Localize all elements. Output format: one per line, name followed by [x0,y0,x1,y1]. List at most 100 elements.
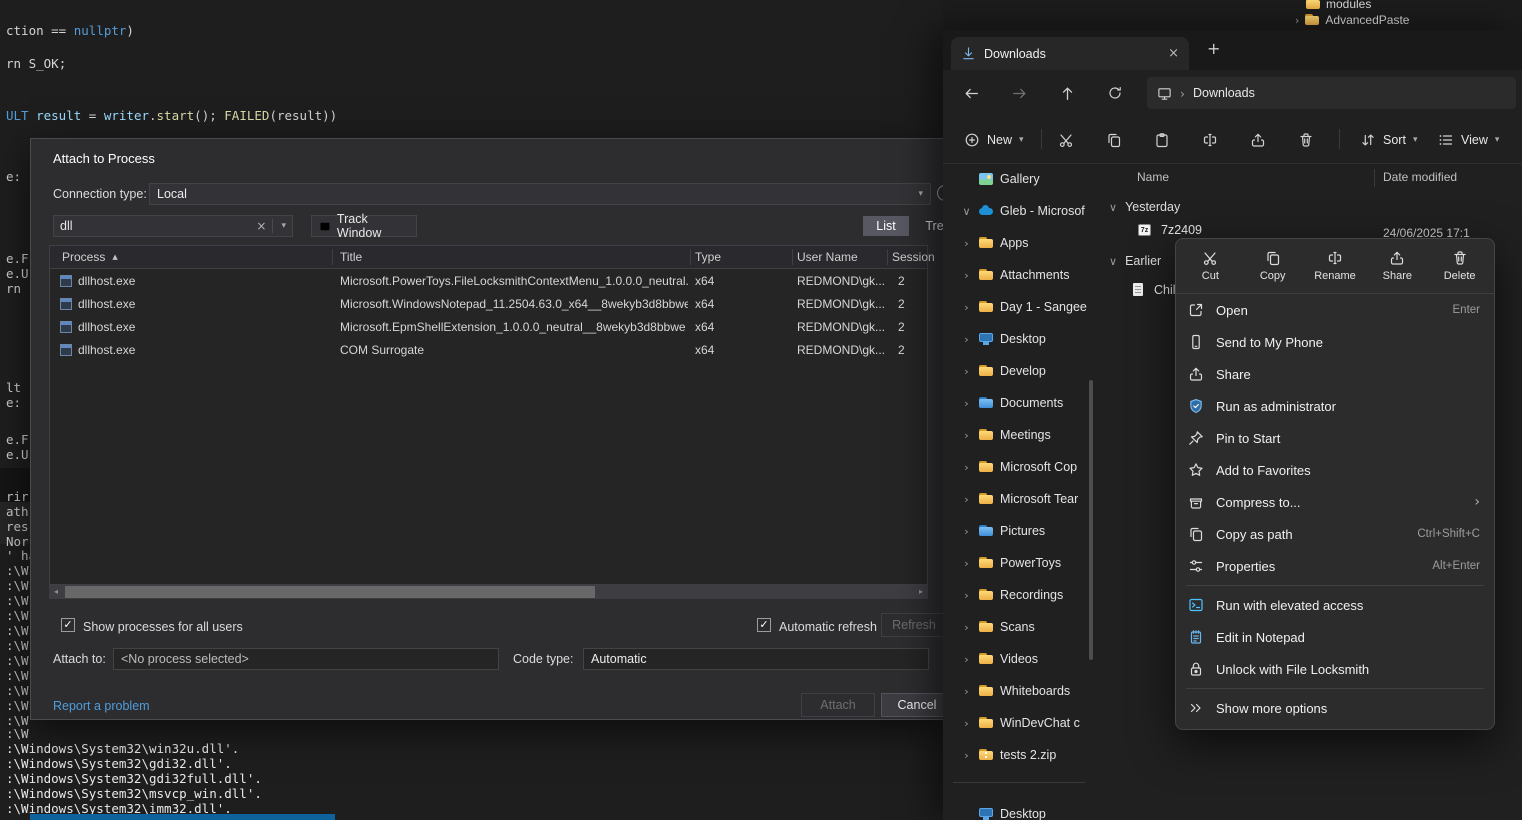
sidebar-item[interactable]: › WinDevChat c [943,707,1093,739]
scroll-right-icon[interactable] [914,585,928,599]
code-type-input[interactable]: Automatic [583,648,929,670]
sidebar-item[interactable]: › Documents [943,387,1093,419]
file-row-7z2409[interactable]: 7z2409 [1137,222,1202,238]
clear-filter-icon[interactable] [256,219,266,233]
sidebar-item[interactable]: › Meetings [943,419,1093,451]
column-divider[interactable] [887,249,888,265]
column-header-date-modified[interactable]: Date modified [1383,170,1457,184]
sidebar-item[interactable]: › Pictures [943,515,1093,547]
expand-chevron-icon[interactable]: › [961,493,972,506]
tree-item-advancedpaste[interactable]: AdvancedPaste [1295,12,1409,28]
expand-chevron-icon[interactable]: › [961,397,972,410]
column-header-process[interactable]: Process [62,250,118,264]
rename-action[interactable]: Rename [1307,250,1363,282]
expand-chevron-icon[interactable]: › [961,461,972,474]
tab-downloads[interactable]: Downloads [951,37,1189,70]
show-all-users-checkbox[interactable] [61,618,75,632]
context-menu-item-share[interactable]: Share [1176,358,1494,390]
expand-chevron-icon[interactable]: › [961,365,972,378]
refresh-button[interactable] [1099,77,1131,109]
context-menu-item-show-more-options[interactable]: Show more options [1176,692,1494,724]
expand-chevron-icon[interactable]: › [961,621,972,634]
context-menu-item-compress-to[interactable]: Compress to... [1176,486,1494,518]
column-divider[interactable] [690,249,691,265]
new-button[interactable]: New [955,124,1033,156]
column-header-user[interactable]: User Name [797,250,858,264]
sidebar-item[interactable]: › Desktop [943,323,1093,355]
tree-view-button[interactable]: Tree [913,216,945,236]
copy-button[interactable] [1098,124,1130,156]
sidebar-item[interactable]: › Day 1 - Sangee [943,291,1093,323]
sidebar-item-desktop-pinned[interactable]: Desktop [943,798,1093,820]
expand-chevron-icon[interactable]: › [961,557,972,570]
chevron-down-icon[interactable] [281,221,286,231]
horizontal-scrollbar[interactable] [49,585,928,599]
delete-action[interactable]: Delete [1432,250,1488,282]
sort-button[interactable]: Sort [1351,124,1426,156]
scrollbar-thumb[interactable] [65,586,595,598]
sidebar-scrollbar[interactable] [1089,380,1093,660]
context-menu-item-open[interactable]: Open Enter [1176,294,1494,326]
expand-chevron-icon[interactable]: › [961,749,972,762]
delete-button[interactable] [1290,124,1322,156]
list-view-button[interactable]: List [863,216,909,236]
context-menu-item-pin-to-start[interactable]: Pin to Start [1176,422,1494,454]
expand-chevron-icon[interactable]: › [961,589,972,602]
column-header-title[interactable]: Title [340,250,362,264]
context-menu-item-copy-as-path[interactable]: Copy as path Ctrl+Shift+C [1176,518,1494,550]
column-divider[interactable] [792,249,793,265]
context-menu-item-send-to-phone[interactable]: Send to My Phone [1176,326,1494,358]
cut-action[interactable]: Cut [1182,250,1238,282]
report-problem-link[interactable]: Report a problem [53,699,150,713]
expand-chevron-icon[interactable]: › [961,525,972,538]
address-bar[interactable]: Downloads [1147,77,1516,109]
process-filter-input[interactable]: dll [53,215,293,237]
sidebar-item[interactable]: › Apps [943,227,1093,259]
up-button[interactable] [1051,77,1083,109]
column-divider[interactable] [332,249,333,265]
sidebar-item[interactable]: › Recordings [943,579,1093,611]
paste-button[interactable] [1146,124,1178,156]
scroll-left-icon[interactable] [49,585,63,599]
sidebar-item[interactable]: › Develop [943,355,1093,387]
sidebar-item[interactable]: › Whiteboards [943,675,1093,707]
sidebar-item[interactable]: ∨ Gleb - Microsof [943,195,1093,227]
refresh-button[interactable]: Refresh [881,613,945,637]
close-tab-icon[interactable] [1168,46,1179,61]
process-row[interactable]: dllhost.exe COM Surrogate x64 REDMOND\gk… [50,338,927,361]
expand-chevron-icon[interactable]: › [961,301,972,314]
expand-chevron-icon[interactable]: › [961,237,972,250]
column-divider[interactable] [1374,169,1375,187]
group-header-earlier[interactable]: Earlier [1109,254,1161,268]
expand-chevron-icon[interactable]: ∨ [961,205,972,218]
view-button[interactable]: View [1429,124,1508,156]
context-menu-item-run-elevated[interactable]: Run with elevated access [1176,589,1494,621]
sidebar-item[interactable]: › tests 2.zip [943,739,1093,771]
process-row[interactable]: dllhost.exe Microsoft.WindowsNotepad_11.… [50,292,927,315]
context-menu-item-add-to-favorites[interactable]: Add to Favorites [1176,454,1494,486]
column-header-session[interactable]: Session [892,250,935,264]
expand-chevron-icon[interactable]: › [961,429,972,442]
attach-to-input[interactable]: <No process selected> [113,648,499,670]
track-window-button[interactable]: Track Window [311,215,417,237]
sidebar-item[interactable]: › Microsoft Tear [943,483,1093,515]
process-row[interactable]: dllhost.exe Microsoft.PowerToys.FileLock… [50,269,927,292]
context-menu-item-run-as-administrator[interactable]: Run as administrator [1176,390,1494,422]
copy-action[interactable]: Copy [1245,250,1301,282]
rename-button[interactable] [1194,124,1226,156]
expand-chevron-icon[interactable]: › [961,333,972,346]
automatic-refresh-checkbox[interactable] [757,618,771,632]
sidebar-item[interactable]: › Attachments [943,259,1093,291]
sidebar-item[interactable]: › Scans [943,611,1093,643]
process-row[interactable]: dllhost.exe Microsoft.EpmShellExtension_… [50,315,927,338]
sidebar-item[interactable]: › Videos [943,643,1093,675]
expand-chevron-icon[interactable]: › [961,685,972,698]
sidebar-item[interactable]: Gallery [943,163,1093,195]
group-header-yesterday[interactable]: Yesterday [1109,200,1180,214]
column-header-type[interactable]: Type [695,250,721,264]
share-button[interactable] [1242,124,1274,156]
share-action[interactable]: Share [1369,250,1425,282]
forward-button[interactable] [1003,77,1035,109]
cut-button[interactable] [1050,124,1082,156]
attach-button[interactable]: Attach [801,693,875,717]
